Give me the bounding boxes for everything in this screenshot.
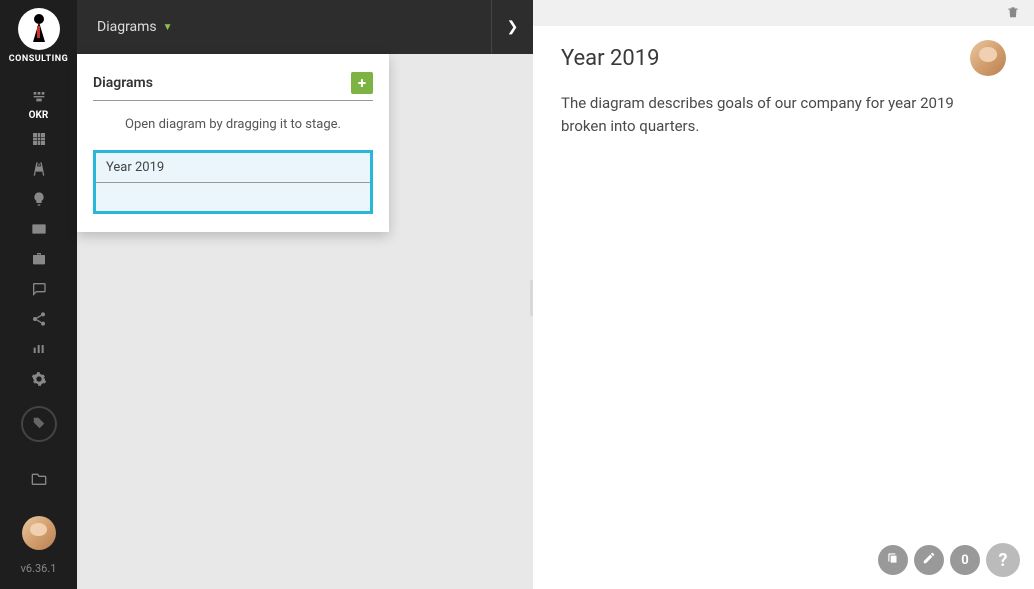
sidebar-item-card[interactable] — [0, 216, 77, 246]
folder-icon — [31, 471, 47, 491]
chevron-down-icon: ▼ — [163, 22, 173, 33]
brand-label: CONSULTING — [9, 54, 68, 64]
chat-icon — [31, 281, 47, 301]
sidebar-item-chat[interactable] — [0, 276, 77, 306]
plus-icon: + — [358, 74, 366, 92]
copy-icon — [886, 551, 900, 569]
tag-icon — [32, 415, 46, 434]
trash-icon — [1006, 4, 1020, 23]
detail-description: The diagram describes goals of our compa… — [533, 84, 993, 145]
pencil-icon — [922, 551, 936, 569]
sidebar-item-briefcase[interactable] — [0, 246, 77, 276]
gear-icon — [31, 371, 47, 391]
sidebar-item-share[interactable] — [0, 306, 77, 336]
diagrams-panel: Diagrams + Open diagram by dragging it t… — [77, 54, 389, 232]
okr-label: OKR — [29, 110, 49, 121]
count-label: 0 — [961, 553, 968, 568]
diagrams-panel-header: Diagrams + — [93, 72, 373, 101]
edit-button[interactable] — [914, 545, 944, 575]
sidebar: CONSULTING OKR — [0, 0, 77, 589]
sidebar-item-road[interactable] — [0, 156, 77, 186]
diagrams-hint: Open diagram by dragging it to stage. — [93, 117, 373, 132]
user-avatar[interactable] — [22, 516, 56, 550]
sidebar-item-grid[interactable] — [0, 126, 77, 156]
logo[interactable] — [18, 8, 60, 50]
sidebar-item-okr[interactable]: OKR — [0, 82, 77, 126]
action-buttons: 0 ? — [878, 543, 1020, 577]
panel-collapse-button[interactable]: ❯ — [491, 0, 533, 54]
sidebar-item-idea[interactable] — [0, 186, 77, 216]
diagrams-panel-title: Diagrams — [93, 75, 153, 91]
help-button[interactable]: ? — [986, 543, 1020, 577]
sidebar-round-button[interactable] — [21, 406, 57, 442]
card-icon — [31, 221, 47, 241]
okr-icon — [31, 88, 47, 108]
detail-panel: Year 2019 The diagram describes goals of… — [533, 0, 1034, 589]
owner-avatar[interactable] — [970, 40, 1006, 76]
chevron-right-icon: ❯ — [507, 19, 519, 35]
count-button[interactable]: 0 — [950, 545, 980, 575]
sidebar-item-settings[interactable] — [0, 366, 77, 396]
bulb-icon — [31, 191, 47, 211]
diagrams-label: Diagrams — [97, 19, 157, 35]
stats-icon — [31, 341, 47, 361]
sidebar-item-stats[interactable] — [0, 336, 77, 366]
road-icon — [31, 161, 47, 181]
briefcase-icon — [31, 251, 47, 271]
diagram-item-title: Year 2019 — [96, 153, 370, 183]
sidebar-item-folder[interactable] — [0, 466, 77, 496]
grid-icon — [31, 131, 47, 151]
share-icon — [31, 311, 47, 331]
help-icon: ? — [999, 550, 1008, 571]
delete-button[interactable] — [1006, 4, 1020, 23]
diagrams-dropdown-button[interactable]: Diagrams ▼ — [77, 0, 193, 54]
diagrams-toolbar: Diagrams ▼ ❯ — [77, 0, 533, 54]
detail-topbar — [533, 0, 1034, 26]
diagram-item[interactable]: Year 2019 — [93, 150, 373, 214]
version-label: v6.36.1 — [21, 562, 57, 575]
copy-button[interactable] — [878, 545, 908, 575]
diagram-item-preview — [96, 183, 370, 211]
add-diagram-button[interactable]: + — [351, 72, 373, 94]
detail-title: Year 2019 — [561, 46, 660, 71]
